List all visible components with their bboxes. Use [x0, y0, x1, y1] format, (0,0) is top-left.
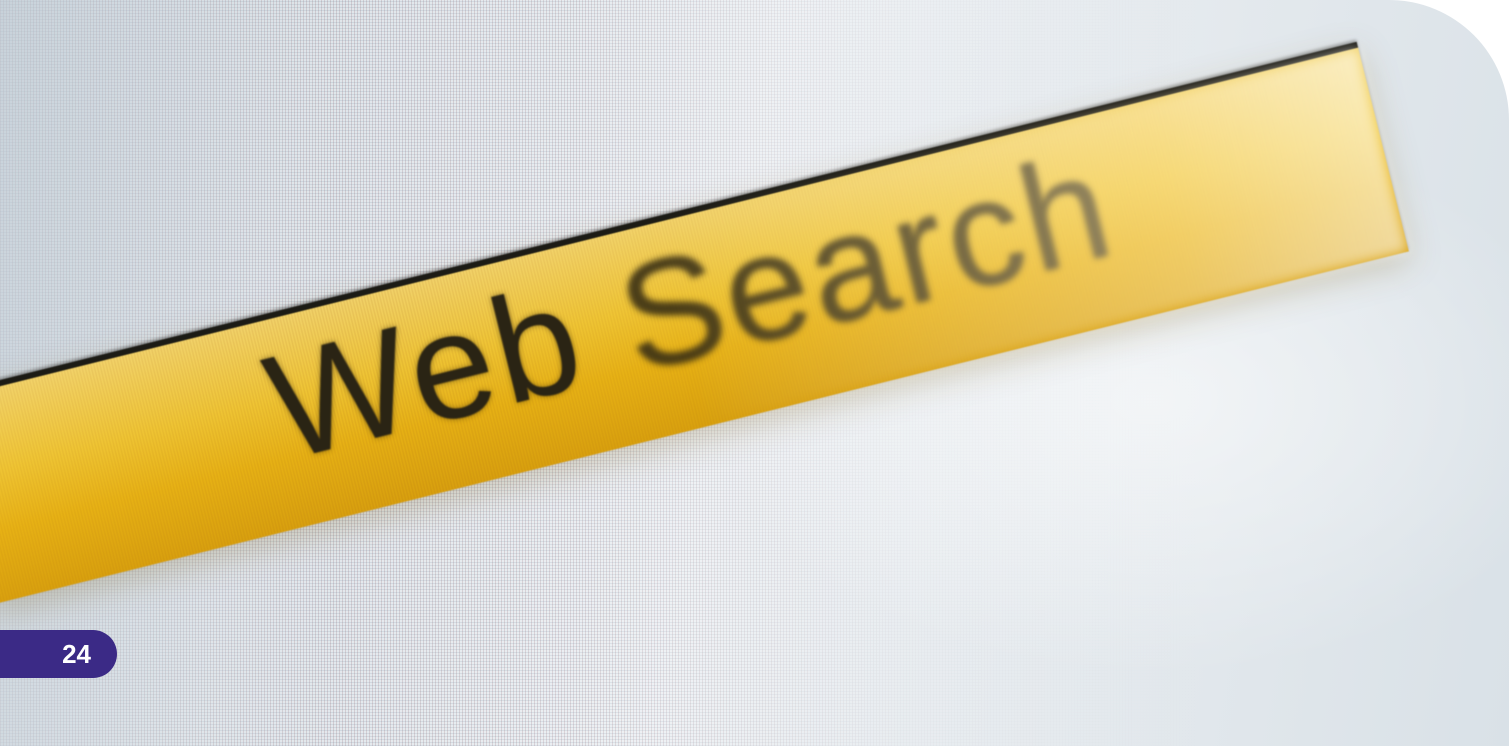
search-bar-photo: Web Search [0, 0, 1509, 746]
page-number: 24 [62, 638, 91, 669]
page-number-tab: 24 [0, 630, 117, 678]
